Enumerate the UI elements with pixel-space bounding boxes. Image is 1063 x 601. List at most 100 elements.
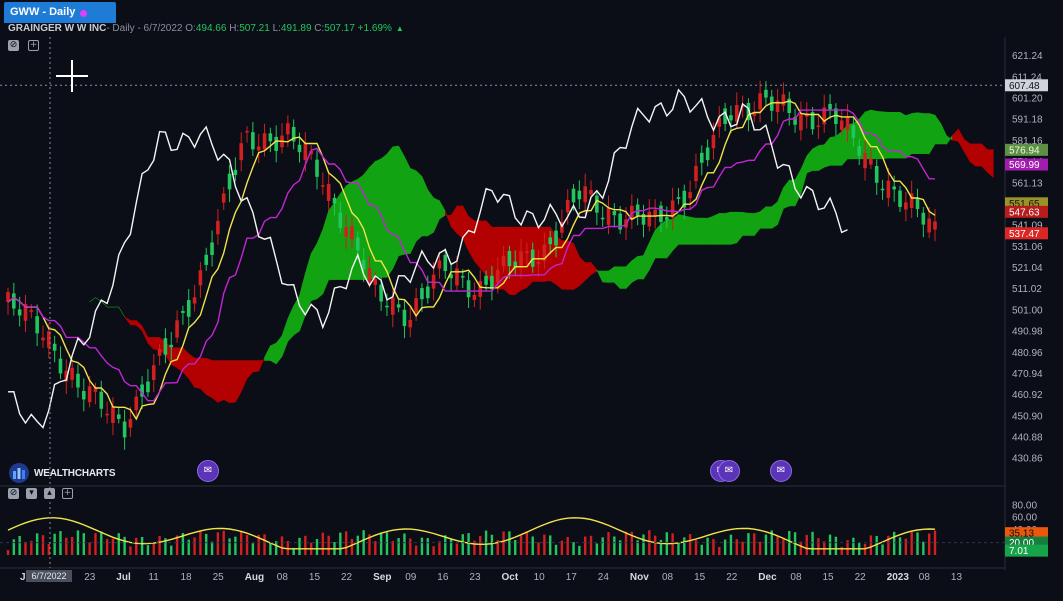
- candle-body: [286, 123, 290, 135]
- cloud-segment: [328, 201, 335, 280]
- candle-body: [233, 169, 238, 175]
- candle-body: [839, 120, 844, 130]
- candle-body: [251, 132, 255, 150]
- price-tag-osc-low: 7.01: [1005, 544, 1048, 557]
- volume-bar: [269, 542, 272, 555]
- price-tag-crosshair: 607.48: [1005, 79, 1048, 92]
- candle-body: [548, 237, 553, 245]
- price-tick-label: 621.24: [1012, 51, 1043, 62]
- time-tick-label: 08: [277, 572, 289, 583]
- cloud-segment: [829, 136, 837, 166]
- add-indicator-icon[interactable]: +: [28, 40, 39, 51]
- candle-body: [845, 116, 850, 130]
- settings-icon-lower[interactable]: ⊘: [8, 488, 19, 499]
- osc-tick-label: 80.00: [1012, 500, 1037, 511]
- volume-bar: [869, 535, 873, 555]
- cloud-segment: [730, 211, 738, 245]
- cloud-segment: [200, 357, 207, 396]
- symbol-tab[interactable]: GWW - Daily: [4, 2, 116, 23]
- collapse-icon[interactable]: ▾: [26, 488, 37, 499]
- candle-body: [262, 133, 267, 150]
- cloud-segment: [211, 360, 219, 403]
- chart-frame[interactable]: 621.24611.24601.20591.18581.16571.14561.…: [0, 0, 1063, 601]
- volume-bar: [578, 545, 581, 555]
- time-tick-label: Oct: [502, 572, 519, 583]
- volume-bar: [741, 541, 744, 555]
- price-tag-value: 7.01: [1009, 546, 1029, 557]
- candle-body: [198, 270, 203, 286]
- candle-body: [210, 242, 214, 255]
- volume-bar: [438, 541, 441, 555]
- volume-bar: [624, 531, 628, 555]
- cloud-segment: [660, 218, 668, 259]
- volume-bar: [718, 546, 721, 555]
- candle-body: [204, 254, 209, 265]
- candle-body: [886, 180, 891, 198]
- volume-bar: [677, 542, 680, 555]
- volume-bar: [653, 535, 657, 555]
- cloud-segment: [223, 360, 230, 404]
- cloud-segment: [334, 192, 341, 280]
- volume-bar: [327, 535, 330, 555]
- low-label: L:: [272, 23, 281, 34]
- candle-body: [81, 391, 86, 400]
- candle-body: [76, 373, 80, 388]
- candle-body: [781, 94, 786, 106]
- cloud-segment: [684, 215, 691, 245]
- candle-body: [898, 190, 902, 207]
- volume-bar: [922, 541, 925, 555]
- cloud-segment: [742, 211, 749, 236]
- candle-body: [344, 227, 348, 237]
- event-icon[interactable]: ✉: [718, 460, 740, 482]
- volume-bar: [263, 534, 266, 555]
- volume-bar: [344, 531, 348, 555]
- time-tick-label: Nov: [630, 572, 649, 583]
- candle-body: [612, 210, 617, 216]
- price-tick-label: 430.86: [1012, 454, 1043, 465]
- volume-bar: [216, 532, 220, 555]
- cloud-segment: [718, 213, 726, 245]
- event-icon[interactable]: ✉: [770, 460, 792, 482]
- cloud-segment: [456, 205, 464, 239]
- volume-bar: [706, 537, 709, 555]
- time-tick-label: 15: [694, 572, 706, 583]
- volume-bar: [753, 533, 756, 555]
- candle-body: [41, 337, 45, 341]
- price-tag-last-price: 537.47: [1005, 227, 1048, 240]
- candle-body: [227, 173, 232, 190]
- time-tick-label: Aug: [245, 572, 264, 583]
- cloud-segment: [905, 113, 912, 159]
- candle-body: [379, 284, 383, 302]
- cloud-segment: [375, 158, 382, 278]
- time-tick-label: 08: [662, 572, 674, 583]
- volume-bar: [537, 542, 540, 555]
- expand-icon[interactable]: ▴: [44, 488, 55, 499]
- candle-body: [484, 275, 488, 285]
- volume-bar: [933, 530, 937, 555]
- candle-body: [507, 251, 512, 267]
- volume-bar: [852, 537, 855, 555]
- volume-bar: [601, 537, 604, 555]
- volume-bar: [280, 536, 284, 555]
- event-icon[interactable]: ✉: [197, 460, 219, 482]
- volume-bar: [805, 534, 808, 555]
- volume-bar: [560, 540, 564, 555]
- add-indicator-icon-lower[interactable]: +: [62, 488, 73, 499]
- price-chart[interactable]: 621.24611.24601.20591.18581.16571.14561.…: [0, 0, 1063, 601]
- candle-body: [35, 316, 39, 334]
- price-tick-label: 501.00: [1012, 305, 1043, 316]
- volume-bar: [193, 537, 196, 555]
- time-tick-label: 10: [534, 572, 546, 583]
- settings-icon[interactable]: ⊘: [8, 40, 19, 51]
- cloud-segment: [812, 145, 819, 171]
- cloud-segment: [427, 189, 434, 237]
- volume-bar: [455, 543, 459, 555]
- volume-bar: [479, 535, 482, 555]
- candle-body: [647, 211, 652, 227]
- volume-bar: [642, 534, 645, 555]
- price-tick-label: 591.18: [1012, 115, 1043, 126]
- cloud-segment: [987, 149, 994, 179]
- volume-bar: [502, 531, 505, 555]
- time-tick-label: 09: [405, 572, 417, 583]
- low-value: 491.89: [280, 23, 312, 34]
